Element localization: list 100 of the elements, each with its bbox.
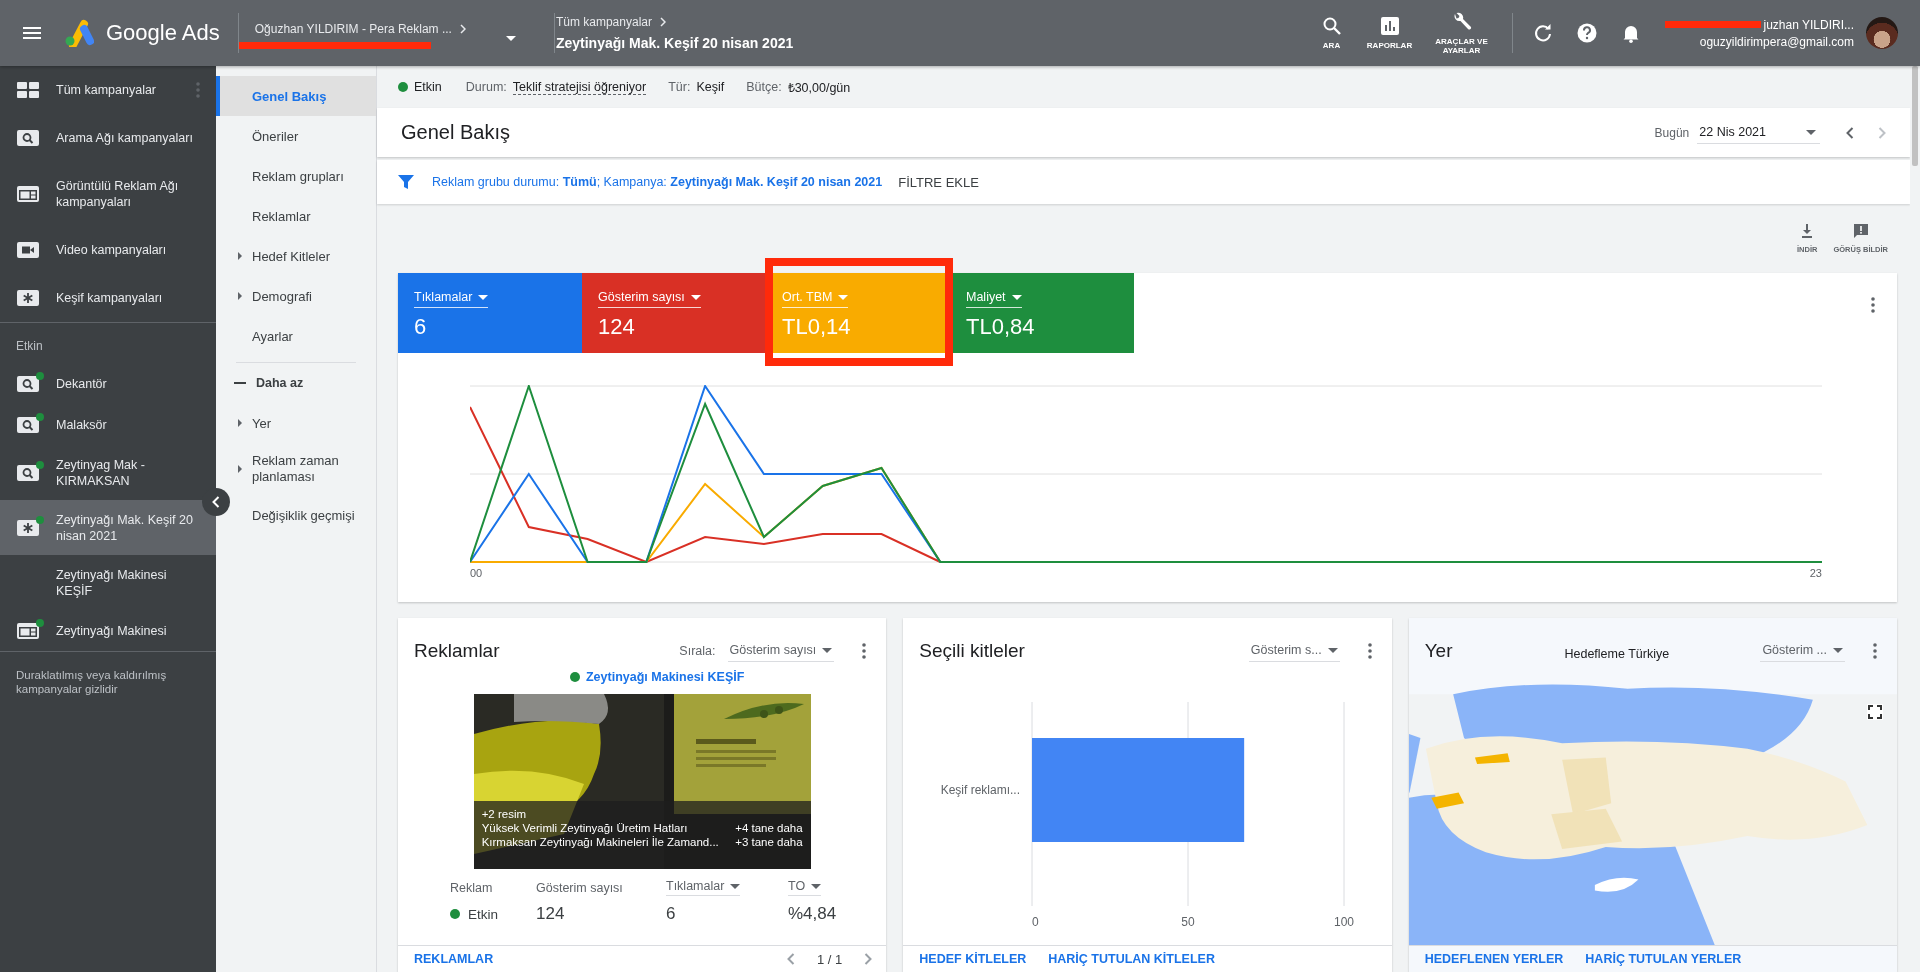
toolbar-button[interactable]: RAPORLAR [1353,16,1426,50]
campaign-item[interactable]: Zeytinyağı Mak. Keşif 20 nisan 2021 [0,500,216,555]
nav-item[interactable]: Genel Bakış [216,76,376,116]
asterisk-icon [17,519,39,536]
caret-icon [1806,129,1816,135]
metric-tile[interactable]: Tıklamalar 6 [398,273,582,353]
chevron-left-icon[interactable] [787,953,796,965]
ad-group-link[interactable]: Zeytinyağı Makinesi KEŞİF [585,670,745,684]
search-icon [17,416,39,433]
sidebar-item[interactable]: Video kampanyaları [0,226,216,274]
caret-icon [730,883,741,889]
avatar-icon[interactable] [1866,17,1898,49]
campaign-item[interactable]: Malaksör [0,404,216,445]
user-name: juzhan YILDIRI... [1763,17,1854,32]
table-cell: %4,84 [788,904,837,923]
campaign-title: Zeytinyağı Mak. Keşif 20 nisan 2021 [555,35,794,51]
nav-item[interactable]: Reklamlar [230,196,376,236]
collapse-toggle[interactable]: Daha az [216,363,376,403]
column-header[interactable]: TO [788,879,822,896]
nav-item[interactable]: Demografi [230,276,376,316]
dropdown-arrow-icon[interactable] [505,35,516,41]
sidebar-item[interactable]: Arama Ağı kampanyaları [0,114,216,162]
field-label: Bütçe: [746,80,782,94]
filter-summary[interactable]: Reklam grubu durumu: Tümü; Kampanya: Zeytinyağı Mak. Keşif 20 nisan 2021 [432,175,883,189]
tick-label: 100 [1334,915,1355,929]
filter-icon[interactable] [398,174,414,190]
help-icon[interactable] [1576,23,1597,43]
column-header: Gösterim sayısı [536,879,624,896]
sort-dropdown[interactable]: Gösterim ... [1760,640,1845,662]
metric-label: Ort. TBM [782,290,833,304]
toolbar-button[interactable]: ARA [1309,16,1354,50]
card-link[interactable]: HEDEF KİTLELER [919,952,1027,966]
axis-label: 00 [470,567,483,579]
card-link[interactable]: HARİÇ TUTULAN KİTLELER [1048,952,1215,966]
sidebar-item[interactable]: Görüntülü Reklam Ağı kampanyaları [0,162,216,226]
expand-arrow-icon [238,292,242,300]
campaign-item[interactable]: Zeytinyağı Makinesi KEŞİF [0,555,216,610]
add-filter-button[interactable]: FİLTRE EKLE [898,174,979,190]
nav-item[interactable]: Ayarlar [230,316,376,356]
nav-item[interactable]: Hedef Kitleler [230,236,376,276]
nav-item[interactable]: Reklam grupları [230,156,376,196]
field-label: Tür: [668,80,691,94]
chevron-right-icon[interactable] [864,953,873,965]
more-count: +3 tane daha [735,835,803,849]
caret-icon [1011,294,1022,300]
sort-dropdown[interactable]: Gösterim s... [1248,640,1340,662]
product-name: Google Ads [106,20,220,46]
chevron-left-icon [212,496,220,508]
image-count: +2 resim [481,807,528,821]
column-header[interactable]: Tıklamalar [666,879,741,896]
field-value[interactable]: Teklif stratejisi öğreniyor [512,79,647,95]
map-caption: Hedefleme Türkiye [1564,647,1670,661]
search-icon [17,464,39,481]
caret-icon [478,294,489,300]
card-link[interactable]: HEDEFLENEN YERLER [1424,952,1564,966]
chevron-left-icon[interactable] [1846,126,1854,139]
expand-arrow-icon [238,465,242,473]
metric-tile[interactable]: Gösterim sayısı 124 [582,273,766,353]
breadcrumb-link[interactable]: Tüm kampanyalar [555,15,652,29]
ad-headline: Yüksek Verimli Zeytinyağı Üretim Hatları [481,821,688,835]
hidden-campaigns-note: Duraklatılmış veya kaldırılmış kampanyalar gizlidir [15,668,168,696]
toolbar-button[interactable]: ARAÇLAR VE AYARLAR [1425,11,1498,55]
caret-icon [1327,647,1338,653]
caret-icon [1833,647,1843,653]
metric-value: TL0,14 [782,314,852,340]
sidebar-item[interactable]: Keşif kampanyaları [0,274,216,322]
metric-tile[interactable]: Maliyet TL0,84 [950,273,1134,353]
caret-icon [690,294,701,300]
metric-label: Maliyet [966,290,1006,304]
table-cell: 6 [666,904,676,923]
sort-dropdown[interactable]: Gösterim sayısı [727,640,835,662]
status-dot [450,909,460,919]
metric-label: Tıklamalar [414,290,473,304]
campaign-item[interactable]: Zeytinyag Mak - KIRMAKSAN [0,445,216,500]
date-picker[interactable]: 22 Nis 2021 [1697,121,1820,144]
account-name[interactable]: Oğuzhan YILDIRIM - Pera Reklam ... [254,21,452,36]
expand-arrow-icon [238,419,242,427]
table-cell: 124 [536,904,565,923]
chevron-right-icon [1878,126,1886,139]
table-cell: Etkin [468,906,498,922]
menu-icon[interactable] [23,27,41,39]
grid-icon [17,82,39,98]
campaign-item[interactable]: Dekantör [0,363,216,404]
logo-icon [64,19,94,47]
sidebar-item[interactable]: Tüm kampanyalar [0,66,216,114]
field-value: ₺30,00/gün [787,79,851,96]
nav-item[interactable]: Reklam zaman planlaması [230,443,376,495]
section-heading: Etkin [15,338,44,355]
metric-label: Gösterim sayısı [598,290,685,304]
nav-item[interactable]: Değişiklik geçmişi [230,495,376,535]
card-link[interactable]: HARİÇ TUTULAN YERLER [1585,952,1742,966]
field-value: Keşif [696,80,725,94]
axis-label: 23 [1809,567,1822,579]
nav-item[interactable]: Yer [230,403,376,443]
card-link[interactable]: REKLAMLAR [414,952,494,966]
refresh-icon[interactable] [1532,23,1553,43]
nav-item[interactable]: Öneriler [230,116,376,156]
minus-icon [234,382,246,384]
campaign-item[interactable]: Zeytinyağı Makinesi [0,610,216,651]
feedback-icon [1852,223,1869,239]
